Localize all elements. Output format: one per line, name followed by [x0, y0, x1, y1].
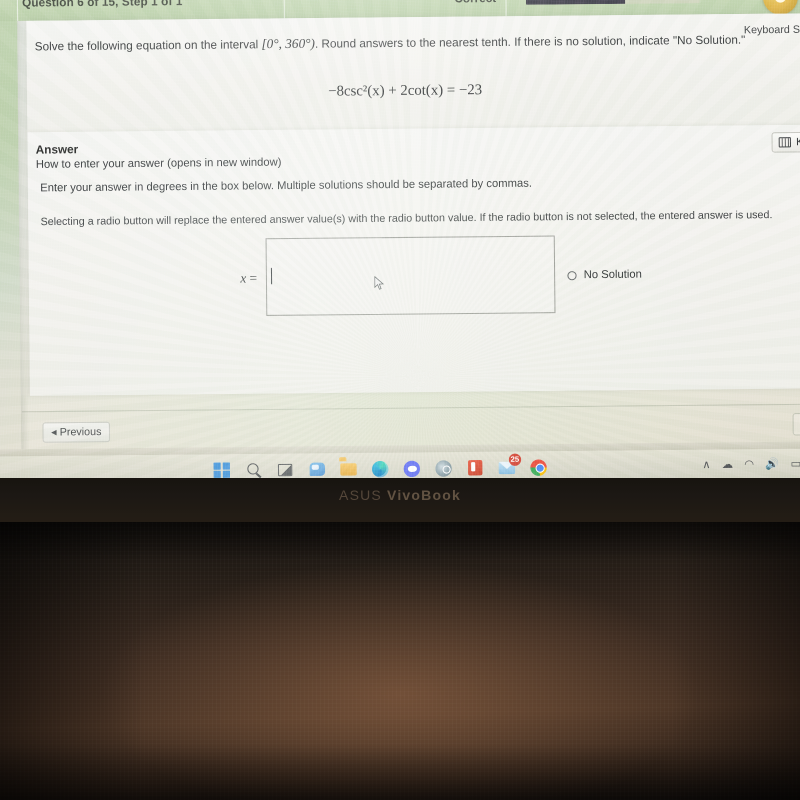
previous-button-label: Previous [59, 425, 102, 439]
edge-button[interactable] [371, 459, 390, 478]
tray-cloud-icon[interactable]: ☁ [722, 459, 733, 471]
laptop-brand-label: ASUS VivoBook [0, 487, 800, 503]
discord-button[interactable] [403, 459, 422, 478]
equation-text: −8csc²(x) + 2cot(x) = −23 [328, 81, 483, 100]
equation-display: −8csc²(x) + 2cot(x) = −23 [27, 79, 783, 104]
interval-notation: [0°, 360°) [261, 35, 315, 52]
keypad-button[interactable]: Ke [771, 131, 800, 153]
question-card: Solve the following equation on the inte… [26, 12, 800, 133]
mail-button[interactable]: 25 [498, 453, 522, 477]
chat-button[interactable] [308, 460, 327, 479]
tray-battery-icon[interactable]: ▭ [791, 458, 800, 470]
radio-hint: Selecting a radio button will replace th… [40, 208, 773, 229]
tray-wifi-icon[interactable]: ◠ [744, 458, 754, 470]
status-badge: Correct [454, 0, 496, 5]
laptop-keyboard-deck: escf1f2f3f4f5f6f7f8f9f10f11f12del 345678… [0, 522, 800, 800]
mouse-cursor-icon [374, 275, 385, 290]
previous-button[interactable]: ◀ Previous [42, 421, 111, 443]
radio-button-icon[interactable] [567, 270, 577, 280]
start-button[interactable] [212, 461, 231, 480]
prompt-text-before: Solve the following equation on the inte… [34, 39, 262, 54]
system-tray: ∧ ☁ ◠ 🔊 ▭ [702, 449, 800, 482]
discord-icon [403, 460, 421, 477]
office-button[interactable] [466, 458, 485, 477]
brand-prefix: ASUS [339, 487, 388, 503]
steam-button[interactable] [434, 459, 453, 478]
submit-button-partial[interactable] [792, 412, 800, 436]
edge-icon [371, 460, 389, 477]
no-solution-radio-row[interactable]: No Solution [567, 268, 642, 281]
tray-volume-icon[interactable]: 🔊 [765, 458, 779, 470]
degrees-hint: Enter your answer in degrees in the box … [40, 177, 533, 195]
brand-name: VivoBook [387, 487, 461, 503]
chat-bubble-icon [309, 462, 325, 476]
prompt-text-after: . Round answers to the nearest tenth. If… [314, 34, 746, 51]
calculator-keypad-icon [778, 137, 792, 148]
windows-logo-icon [213, 462, 230, 479]
mail-badge-count: 25 [508, 453, 522, 466]
how-to-enter-link[interactable]: How to enter your answer (opens in new w… [36, 156, 282, 171]
task-view-button[interactable] [276, 460, 295, 479]
tray-chevron-icon[interactable]: ∧ [702, 459, 710, 471]
no-solution-label: No Solution [583, 268, 642, 282]
text-caret [270, 267, 273, 285]
steam-icon [435, 459, 452, 477]
laptop-photo: Question 6 of 15, Step 1 of 1 Correct ☯ … [0, 0, 800, 800]
deck-texture [0, 522, 800, 800]
office-icon [467, 460, 483, 476]
chrome-icon [530, 458, 547, 476]
search-button[interactable] [244, 461, 263, 480]
file-explorer-button[interactable] [339, 460, 358, 479]
question-counter: Question 6 of 15, Step 1 of 1 [22, 0, 183, 10]
keypad-button-label: Ke [796, 135, 800, 149]
question-prompt: Solve the following equation on the inte… [35, 30, 781, 56]
answer-heading: Answer [35, 144, 79, 157]
search-icon [246, 463, 259, 475]
task-view-icon [277, 463, 293, 476]
keyboard-shortcuts-link[interactable]: Keyboard Sh [744, 24, 800, 37]
chrome-button[interactable] [529, 458, 548, 477]
answer-input[interactable] [265, 235, 556, 316]
chevron-left-icon: ◀ [51, 429, 57, 437]
laptop-screen: Question 6 of 15, Step 1 of 1 Correct ☯ … [0, 0, 800, 489]
footer-divider [21, 403, 800, 413]
folder-icon [340, 462, 357, 476]
x-equals-label: x = [240, 270, 258, 286]
